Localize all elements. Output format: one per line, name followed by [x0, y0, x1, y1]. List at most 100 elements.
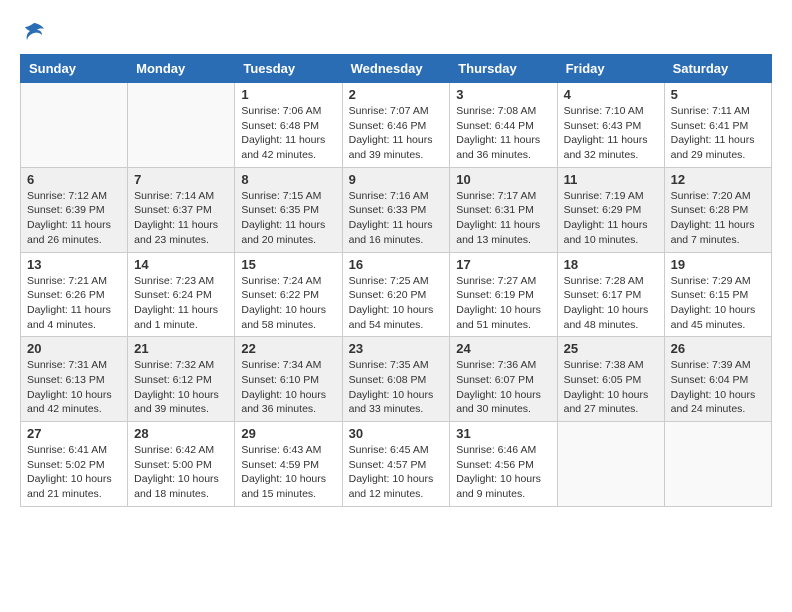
calendar-day-cell: 18 Sunrise: 7:28 AM Sunset: 6:17 PM Dayli… [557, 252, 664, 337]
day-info: Sunrise: 7:11 AM Sunset: 6:41 PM Dayligh… [671, 104, 765, 163]
day-info: Sunrise: 7:31 AM Sunset: 6:13 PM Dayligh… [27, 358, 121, 417]
calendar-day-cell: 28 Sunrise: 6:42 AM Sunset: 5:00 PM Dayli… [128, 422, 235, 507]
calendar-week-row: 6 Sunrise: 7:12 AM Sunset: 6:39 PM Daylig… [21, 167, 772, 252]
calendar-day-cell: 7 Sunrise: 7:14 AM Sunset: 6:37 PM Daylig… [128, 167, 235, 252]
calendar-table: SundayMondayTuesdayWednesdayThursdayFrid… [20, 54, 772, 507]
day-number: 13 [27, 257, 121, 272]
calendar-day-cell: 10 Sunrise: 7:17 AM Sunset: 6:31 PM Dayli… [450, 167, 557, 252]
calendar-day-cell: 20Sunrise: 7:31 AM Sunset: 6:13 PM Dayli… [21, 337, 128, 422]
calendar-day-cell: 29Sunrise: 6:43 AM Sunset: 4:59 PM Dayli… [235, 422, 342, 507]
calendar-day-cell [21, 83, 128, 168]
calendar-day-cell: 13 Sunrise: 7:21 AM Sunset: 6:26 PM Dayli… [21, 252, 128, 337]
day-number: 24 [456, 341, 550, 356]
calendar-day-header: Friday [557, 55, 664, 83]
day-number: 30 [349, 426, 444, 441]
day-info: Sunrise: 7:08 AM Sunset: 6:44 PM Dayligh… [456, 104, 550, 163]
calendar-day-header: Saturday [664, 55, 771, 83]
day-info: Sunrise: 6:45 AM Sunset: 4:57 PM Dayligh… [349, 443, 444, 502]
calendar-day-cell: 30 Sunrise: 6:45 AM Sunset: 4:57 PM Dayli… [342, 422, 450, 507]
calendar-week-row: 1 Sunrise: 7:06 AM Sunset: 6:48 PM Daylig… [21, 83, 772, 168]
day-number: 6 [27, 172, 121, 187]
day-number: 1 [241, 87, 335, 102]
calendar-day-header: Thursday [450, 55, 557, 83]
day-info: Sunrise: 7:10 AM Sunset: 6:43 PM Dayligh… [564, 104, 658, 163]
day-info: Sunrise: 7:12 AM Sunset: 6:39 PM Dayligh… [27, 189, 121, 248]
day-info: Sunrise: 7:29 AM Sunset: 6:15 PM Dayligh… [671, 274, 765, 333]
day-info: Sunrise: 7:39 AM Sunset: 6:04 PM Dayligh… [671, 358, 765, 417]
day-info: Sunrise: 7:25 AM Sunset: 6:20 PM Dayligh… [349, 274, 444, 333]
day-info: Sunrise: 6:46 AM Sunset: 4:56 PM Dayligh… [456, 443, 550, 502]
day-info: Sunrise: 7:21 AM Sunset: 6:26 PM Dayligh… [27, 274, 121, 333]
logo [20, 20, 46, 44]
calendar-day-cell: 23 Sunrise: 7:35 AM Sunset: 6:08 PM Dayli… [342, 337, 450, 422]
calendar-day-cell: 3 Sunrise: 7:08 AM Sunset: 6:44 PM Daylig… [450, 83, 557, 168]
day-info: Sunrise: 7:35 AM Sunset: 6:08 PM Dayligh… [349, 358, 444, 417]
day-number: 2 [349, 87, 444, 102]
day-info: Sunrise: 7:23 AM Sunset: 6:24 PM Dayligh… [134, 274, 228, 333]
calendar-day-cell: 11 Sunrise: 7:19 AM Sunset: 6:29 PM Dayli… [557, 167, 664, 252]
day-number: 26 [671, 341, 765, 356]
calendar-day-cell [664, 422, 771, 507]
calendar-day-header: Tuesday [235, 55, 342, 83]
day-info: Sunrise: 7:14 AM Sunset: 6:37 PM Dayligh… [134, 189, 228, 248]
day-number: 25 [564, 341, 658, 356]
calendar-day-cell [557, 422, 664, 507]
calendar-day-header: Sunday [21, 55, 128, 83]
day-number: 10 [456, 172, 550, 187]
calendar-day-cell: 12Sunrise: 7:20 AM Sunset: 6:28 PM Dayli… [664, 167, 771, 252]
day-number: 16 [349, 257, 444, 272]
calendar-day-cell: 4 Sunrise: 7:10 AM Sunset: 6:43 PM Daylig… [557, 83, 664, 168]
calendar-day-cell: 5 Sunrise: 7:11 AM Sunset: 6:41 PM Daylig… [664, 83, 771, 168]
day-info: Sunrise: 7:06 AM Sunset: 6:48 PM Dayligh… [241, 104, 335, 163]
day-info: Sunrise: 7:07 AM Sunset: 6:46 PM Dayligh… [349, 104, 444, 163]
day-number: 5 [671, 87, 765, 102]
day-info: Sunrise: 7:15 AM Sunset: 6:35 PM Dayligh… [241, 189, 335, 248]
day-number: 18 [564, 257, 658, 272]
day-number: 21 [134, 341, 228, 356]
day-number: 23 [349, 341, 444, 356]
calendar-day-cell: 27 Sunrise: 6:41 AM Sunset: 5:02 PM Dayli… [21, 422, 128, 507]
calendar-day-cell: 8Sunrise: 7:15 AM Sunset: 6:35 PM Daylig… [235, 167, 342, 252]
day-info: Sunrise: 7:19 AM Sunset: 6:29 PM Dayligh… [564, 189, 658, 248]
day-number: 11 [564, 172, 658, 187]
day-info: Sunrise: 7:24 AM Sunset: 6:22 PM Dayligh… [241, 274, 335, 333]
day-info: Sunrise: 7:17 AM Sunset: 6:31 PM Dayligh… [456, 189, 550, 248]
day-number: 4 [564, 87, 658, 102]
calendar-day-cell: 25Sunrise: 7:38 AM Sunset: 6:05 PM Dayli… [557, 337, 664, 422]
calendar-day-cell: 31 Sunrise: 6:46 AM Sunset: 4:56 PM Dayli… [450, 422, 557, 507]
day-number: 14 [134, 257, 228, 272]
calendar-day-cell: 26 Sunrise: 7:39 AM Sunset: 6:04 PM Dayli… [664, 337, 771, 422]
logo-bird-icon [22, 20, 46, 44]
calendar-day-cell: 1 Sunrise: 7:06 AM Sunset: 6:48 PM Daylig… [235, 83, 342, 168]
day-info: Sunrise: 7:34 AM Sunset: 6:10 PM Dayligh… [241, 358, 335, 417]
day-info: Sunrise: 7:27 AM Sunset: 6:19 PM Dayligh… [456, 274, 550, 333]
calendar-day-cell: 21 Sunrise: 7:32 AM Sunset: 6:12 PM Dayli… [128, 337, 235, 422]
calendar-header-row: SundayMondayTuesdayWednesdayThursdayFrid… [21, 55, 772, 83]
day-number: 7 [134, 172, 228, 187]
day-number: 29 [241, 426, 335, 441]
calendar-day-header: Wednesday [342, 55, 450, 83]
calendar-day-cell: 22 Sunrise: 7:34 AM Sunset: 6:10 PM Dayli… [235, 337, 342, 422]
day-number: 9 [349, 172, 444, 187]
day-number: 27 [27, 426, 121, 441]
calendar-day-cell: 9 Sunrise: 7:16 AM Sunset: 6:33 PM Daylig… [342, 167, 450, 252]
day-number: 19 [671, 257, 765, 272]
day-info: Sunrise: 7:20 AM Sunset: 6:28 PM Dayligh… [671, 189, 765, 248]
calendar-day-cell: 6 Sunrise: 7:12 AM Sunset: 6:39 PM Daylig… [21, 167, 128, 252]
day-number: 28 [134, 426, 228, 441]
day-number: 15 [241, 257, 335, 272]
day-number: 22 [241, 341, 335, 356]
calendar-day-cell: 17Sunrise: 7:27 AM Sunset: 6:19 PM Dayli… [450, 252, 557, 337]
day-number: 3 [456, 87, 550, 102]
day-info: Sunrise: 7:28 AM Sunset: 6:17 PM Dayligh… [564, 274, 658, 333]
calendar-week-row: 13 Sunrise: 7:21 AM Sunset: 6:26 PM Dayli… [21, 252, 772, 337]
day-info: Sunrise: 7:36 AM Sunset: 6:07 PM Dayligh… [456, 358, 550, 417]
day-number: 31 [456, 426, 550, 441]
day-info: Sunrise: 6:42 AM Sunset: 5:00 PM Dayligh… [134, 443, 228, 502]
day-info: Sunrise: 7:32 AM Sunset: 6:12 PM Dayligh… [134, 358, 228, 417]
day-info: Sunrise: 6:41 AM Sunset: 5:02 PM Dayligh… [27, 443, 121, 502]
calendar-day-header: Monday [128, 55, 235, 83]
calendar-week-row: 20Sunrise: 7:31 AM Sunset: 6:13 PM Dayli… [21, 337, 772, 422]
calendar-day-cell [128, 83, 235, 168]
day-info: Sunrise: 7:16 AM Sunset: 6:33 PM Dayligh… [349, 189, 444, 248]
